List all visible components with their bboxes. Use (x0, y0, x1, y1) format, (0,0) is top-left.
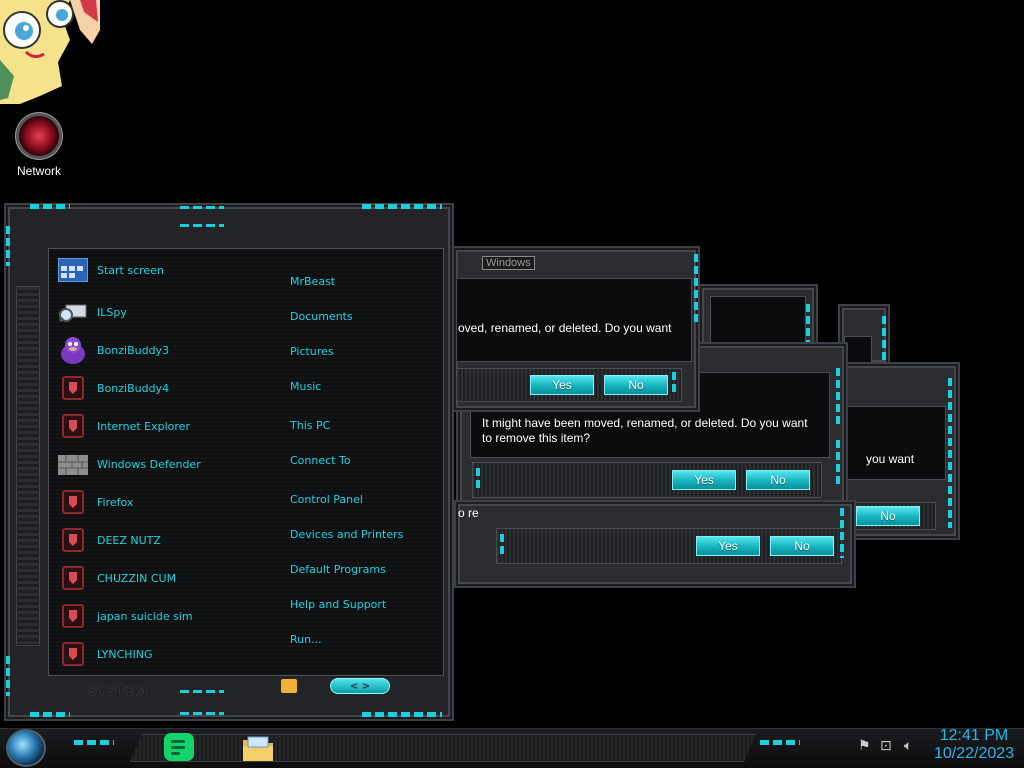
wall-icon (58, 449, 88, 479)
network-icon (19, 116, 59, 156)
program-deez-nutz[interactable]: DEEZ NUTZ (58, 524, 161, 556)
program-chuzzin-cum[interactable]: CHUZZIN CUM (58, 562, 176, 594)
clock-time: 12:41 PM (939, 727, 1009, 744)
program-lynching[interactable]: LYNCHING (58, 638, 153, 670)
start-menu-side-rail (16, 286, 40, 646)
program-label: LYNCHING (97, 647, 153, 661)
desktop-icon-network[interactable]: Network (6, 112, 72, 178)
program-label: Start screen (97, 263, 164, 277)
program-firefox[interactable]: Firefox (58, 486, 133, 518)
dialog-message-line1: It might have been moved, renamed, or de… (482, 416, 808, 430)
program-internet-explorer[interactable]: Internet Explorer (58, 410, 190, 442)
shield-icon (58, 487, 88, 517)
program-label: ILSpy (97, 305, 127, 319)
dialog-no-button[interactable]: No (856, 506, 920, 526)
program-label: Windows Defender (97, 457, 201, 471)
dialog-yes-button[interactable]: Yes (530, 375, 594, 395)
link-control-panel[interactable]: Control Panel (290, 493, 363, 506)
network-tray-icon[interactable]: ⊡ (880, 738, 892, 754)
link-music[interactable]: Music (290, 380, 321, 393)
chat-icon[interactable] (281, 679, 297, 693)
bonzi-icon (58, 335, 88, 365)
link-this-pc[interactable]: This PC (290, 419, 330, 432)
dialog-yes-button[interactable]: Yes (696, 536, 760, 556)
flag-alert-icon[interactable]: ⚑ (858, 738, 871, 754)
dialog-message: you want (866, 452, 915, 466)
notes-app-icon[interactable] (164, 733, 194, 761)
dialog-message-partial: o re (458, 506, 479, 520)
dialog-yes-button[interactable]: Yes (672, 470, 736, 490)
link-help-and-support[interactable]: Help and Support (290, 598, 386, 611)
link-devices-and-printers[interactable]: Devices and Printers (290, 528, 403, 541)
start-orb-button[interactable] (6, 729, 46, 767)
dialog-message: oved, renamed, or deleted. Do you want (458, 321, 672, 335)
dialog-message-line2: to remove this item? (482, 431, 591, 445)
shield-icon (58, 601, 88, 631)
file-explorer-icon[interactable] (242, 734, 274, 762)
program-label: DEEZ NUTZ (97, 533, 161, 547)
desktop-icon-label: Network (16, 164, 61, 178)
link-default-programs[interactable]: Default Programs (290, 563, 386, 576)
cartoon-avatar-image (0, 0, 100, 106)
start-screen-icon (58, 255, 88, 285)
ilspy-icon (58, 297, 88, 327)
taskbar-track (130, 734, 756, 762)
error-dialog-lower: o re Yes No (454, 500, 856, 588)
link-mrbeast[interactable]: MrBeast (290, 275, 335, 288)
dialog-no-button[interactable]: No (604, 375, 668, 395)
system-label: SYSTEM (88, 684, 149, 698)
dialog-title: Windows (482, 256, 535, 270)
error-dialog-front: Windows oved, renamed, or deleted. Do yo… (452, 246, 700, 412)
program-label: BonziBuddy3 (97, 343, 170, 357)
taskbar-clock[interactable]: 12:41 PM 10/22/2023 (924, 727, 1024, 763)
link-connect-to[interactable]: Connect To (290, 454, 351, 467)
program-bonzibuddy4[interactable]: BonziBuddy4 (58, 372, 169, 404)
dialog-no-button[interactable]: No (746, 470, 810, 490)
program-start-screen[interactable]: Start screen (58, 254, 164, 286)
program-label: CHUZZIN CUM (97, 571, 177, 585)
program-windows-defender[interactable]: Windows Defender (58, 448, 201, 480)
link-documents[interactable]: Documents (290, 310, 353, 323)
clock-date: 10/22/2023 (933, 745, 1015, 762)
shield-icon (58, 639, 88, 669)
program-label: Firefox (97, 495, 134, 509)
link-pictures[interactable]: Pictures (290, 345, 334, 358)
program-japan-suicide-sim[interactable]: japan suicide sim (58, 600, 193, 632)
program-label: BonziBuddy4 (97, 381, 170, 395)
program-label: japan suicide sim (97, 609, 193, 623)
link-run[interactable]: Run... (290, 633, 322, 646)
program-label: Internet Explorer (97, 419, 190, 433)
volume-icon[interactable]: 🔈︎ (904, 738, 912, 754)
dialog-no-button[interactable]: No (770, 536, 834, 556)
shield-icon (58, 525, 88, 555)
shield-icon (58, 411, 88, 441)
shutdown-button[interactable]: < > (330, 678, 390, 694)
shield-icon (58, 563, 88, 593)
shield-icon (58, 373, 88, 403)
program-ilspy[interactable]: ILSpy (58, 296, 127, 328)
program-bonzibuddy3[interactable]: BonziBuddy3 (58, 334, 169, 366)
